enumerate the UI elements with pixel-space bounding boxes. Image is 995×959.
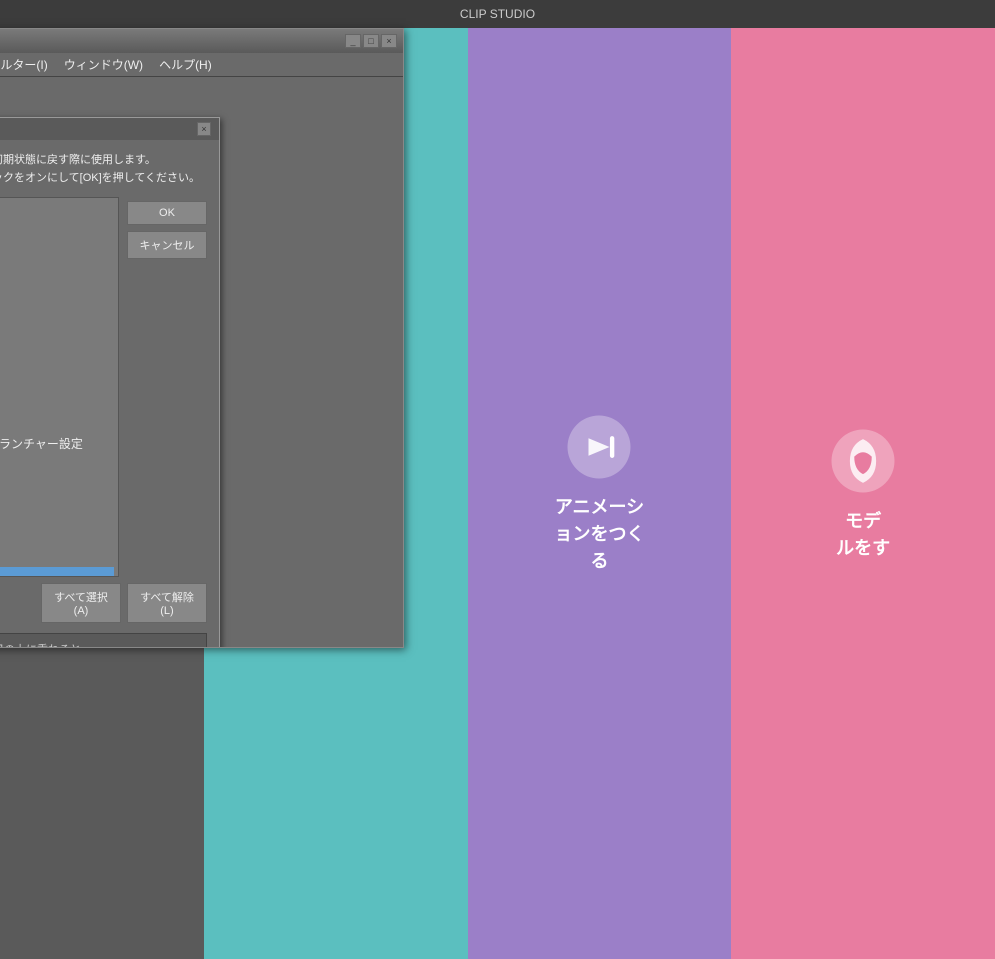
check-item-14[interactable]: ウィンドウ表示位置 <box>0 521 114 544</box>
ok-button[interactable]: OK <box>127 201 207 225</box>
dialog-description: このダイアログは、各種設定を初期状態に戻す際に使用します。 初期状態に戻したい項… <box>0 152 207 187</box>
close-paint-button[interactable]: × <box>381 34 397 48</box>
title-bar: CLIP STUDIO <box>0 0 995 28</box>
paint-content: 初期化起動 × このダイアログは、各種設定を初期状態に戻す際に使用します。 初期… <box>0 77 403 647</box>
dialog-main: ツールブラシ形状ブラシサイズカラーセット選択色規定のキャンバスサイズ素材の検索サ… <box>0 197 207 577</box>
anime-tile-text: アニメーションをつくる <box>554 494 644 575</box>
dialog-buttons: OK キャンセル <box>127 197 207 577</box>
dialog-close-button[interactable]: × <box>197 122 211 136</box>
check-item-1[interactable]: ブラシ形状 <box>0 225 114 248</box>
dialog-body: このダイアログは、各種設定を初期状態に戻す際に使用します。 初期状態に戻したい項… <box>0 140 219 647</box>
paint-titlebar: CLIP STUDIO PAINT PRO _ □ × <box>0 29 403 53</box>
check-item-5[interactable]: 規定のキャンバスサイズ <box>0 317 114 340</box>
check-item-7[interactable]: サブビュー <box>0 363 114 386</box>
menu-filter[interactable]: フィルター(I) <box>0 53 56 76</box>
check-item-2[interactable]: ブラシサイズ <box>0 248 114 271</box>
dialog-bottom-buttons: すべて選択(A) すべて解除(L) <box>0 583 207 623</box>
paint-menubar: ファイル(F) 編集(E) レイヤー(L) 選択範囲(S) 表示(V) フィルタ… <box>0 53 403 77</box>
check-item-15[interactable]: ワークスペース <box>0 544 114 567</box>
check-item-9[interactable]: ショートカット設定 <box>0 409 114 432</box>
check-item-11[interactable]: Tab-Mate Controller <box>0 455 114 475</box>
model-tile-text: モデルをす <box>836 508 890 562</box>
check-item-3[interactable]: カラーセット <box>0 271 114 294</box>
check-item-12[interactable]: 最近使ったファイル <box>0 475 114 498</box>
main-layout: CLIP STUDIO START 作品 作品一覧 素材 素材一覧 素材をさがす… <box>0 28 995 959</box>
dialog-help: ? マウスカーソルを各項目の上に重ねると、 ここに説明が表示されます。 <box>0 633 207 647</box>
content-area: マンガやイラストをかく アニメーションをつくる モデルをす CLIP STUDI… <box>204 28 995 959</box>
check-item-8[interactable]: 環境設定 <box>0 386 114 409</box>
model-icon <box>828 426 898 496</box>
check-item-13[interactable]: キャンバスウィンドウ <box>0 498 114 521</box>
app-title: CLIP STUDIO <box>460 7 535 21</box>
check-item-16[interactable]: オートアクション <box>0 567 114 577</box>
minimize-button[interactable]: _ <box>345 34 361 48</box>
tile-model[interactable]: モデルをす <box>731 28 995 959</box>
paint-window: CLIP STUDIO PAINT PRO _ □ × ファイル(F) 編集(E… <box>0 28 404 648</box>
paint-titlebar-controls: _ □ × <box>345 34 397 48</box>
cancel-button[interactable]: キャンセル <box>127 231 207 259</box>
check-item-6[interactable]: 素材の検索 <box>0 340 114 363</box>
deselect-all-button[interactable]: すべて解除(L) <box>127 583 207 623</box>
tile-anime[interactable]: アニメーションをつくる <box>468 28 732 959</box>
init-dialog: 初期化起動 × このダイアログは、各種設定を初期状態に戻す際に使用します。 初期… <box>0 117 220 647</box>
menu-window[interactable]: ウィンドウ(W) <box>56 53 151 76</box>
help-text: マウスカーソルを各項目の上に重ねると、 ここに説明が表示されます。 <box>0 642 92 647</box>
checklist[interactable]: ツールブラシ形状ブラシサイズカラーセット選択色規定のキャンバスサイズ素材の検索サ… <box>0 197 119 577</box>
check-item-10[interactable]: コマンドバー・選択範囲ランチャー設定 <box>0 432 114 455</box>
anime-icon <box>564 412 634 482</box>
maximize-button[interactable]: □ <box>363 34 379 48</box>
dialog-titlebar: 初期化起動 × <box>0 118 219 140</box>
check-item-0[interactable]: ツール <box>0 202 114 225</box>
check-item-4[interactable]: 選択色 <box>0 294 114 317</box>
select-all-button[interactable]: すべて選択(A) <box>41 583 121 623</box>
menu-help[interactable]: ヘルプ(H) <box>151 53 220 76</box>
check-label-10: コマンドバー・選択範囲ランチャー設定 <box>0 435 83 452</box>
